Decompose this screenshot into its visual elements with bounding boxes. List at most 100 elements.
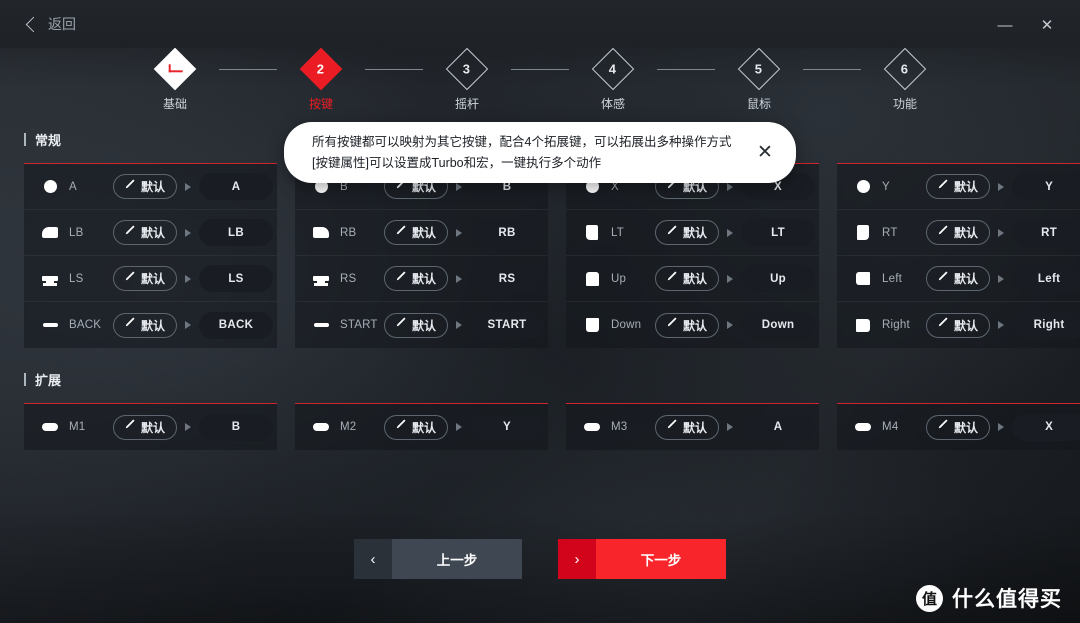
mapped-key-button[interactable]: RS bbox=[470, 265, 545, 292]
tooltip-line-1: 所有按键都可以映射为其它按键，配合4个拓展键，可以拓展出多种操作方式 bbox=[312, 135, 732, 149]
mapped-key-button[interactable]: LS bbox=[199, 265, 274, 292]
pencil-icon bbox=[665, 270, 678, 288]
mapped-key-button[interactable]: B bbox=[199, 413, 274, 441]
tooltip-close-icon[interactable]: ✕ bbox=[750, 138, 780, 168]
pencil-icon bbox=[936, 178, 949, 196]
mapping-key-label: M3 bbox=[611, 421, 628, 433]
mapping-row: BACK 默认 BACK bbox=[24, 302, 277, 348]
trigger-right-icon bbox=[853, 225, 873, 240]
stepper-node-2: 2 bbox=[299, 47, 343, 91]
key-mode-button[interactable]: 默认 bbox=[655, 312, 720, 338]
mapped-key-button[interactable]: A bbox=[741, 413, 816, 441]
next-step-button[interactable]: › 下一步 bbox=[558, 539, 726, 579]
wizard-stepper: 基础 2 按键 3 摇杆 4 体感 5 鼠标 6 功能 bbox=[0, 47, 1080, 114]
mapped-key-button[interactable]: LB bbox=[199, 219, 274, 246]
mapped-key-button[interactable]: Right bbox=[1012, 311, 1080, 339]
mapping-card: A 默认 A LB 默认 LB LS 默认 LS BACK 默认 BACK bbox=[24, 163, 278, 348]
stepper-item-功能[interactable]: 6 功能 bbox=[861, 47, 949, 112]
key-mode-button[interactable]: 默认 bbox=[926, 220, 991, 245]
key-mode-button[interactable]: 默认 bbox=[655, 220, 720, 245]
pencil-icon bbox=[665, 418, 678, 436]
mapped-key-button[interactable]: RB bbox=[470, 219, 545, 246]
key-mode-button[interactable]: 默认 bbox=[113, 266, 178, 291]
mapping-key-label: RS bbox=[340, 272, 357, 285]
section-title: 扩展 bbox=[24, 370, 1056, 389]
mapped-key-button[interactable]: Up bbox=[741, 265, 816, 292]
maps-to-arrow-icon bbox=[448, 274, 470, 283]
mapping-key-label: A bbox=[69, 180, 77, 193]
stepper-label: 体感 bbox=[600, 97, 625, 111]
mapped-key-button[interactable]: Y bbox=[470, 413, 545, 441]
key-mode-label: 默认 bbox=[683, 420, 708, 435]
prev-step-button[interactable]: ‹ 上一步 bbox=[354, 539, 522, 579]
wizard-footer: ‹ 上一步 › 下一步 bbox=[0, 539, 1080, 579]
pencil-icon bbox=[394, 270, 407, 288]
mapped-key-button[interactable]: X bbox=[1012, 413, 1080, 441]
stepper-item-摇杆[interactable]: 3 摇杆 bbox=[423, 47, 511, 112]
app-root: 返回 — ✕ 基础 2 按键 3 摇杆 4 体感 5 鼠标 6 功能 所有按键都可以映射为其它按键，… bbox=[0, 0, 1080, 623]
mapped-key-button[interactable]: Y bbox=[1012, 173, 1080, 200]
key-mode-button[interactable]: 默认 bbox=[384, 414, 449, 440]
mapped-key-button[interactable]: LT bbox=[741, 219, 816, 246]
key-mode-button[interactable]: 默认 bbox=[384, 266, 449, 291]
mapped-key-button[interactable]: A bbox=[199, 173, 274, 200]
stepper-label: 摇杆 bbox=[454, 97, 479, 111]
stepper-label: 鼠标 bbox=[746, 97, 771, 111]
mapped-key-button[interactable]: Down bbox=[741, 311, 816, 339]
key-mode-button[interactable]: 默认 bbox=[926, 312, 991, 338]
stepper-item-按键[interactable]: 2 按键 bbox=[277, 47, 365, 112]
key-mode-button[interactable]: 默认 bbox=[113, 312, 178, 338]
watermark: 值 什么值得买 bbox=[916, 583, 1062, 613]
stepper-connector bbox=[511, 69, 569, 70]
section-grid: A 默认 A LB 默认 LB LS 默认 LS BACK 默认 BACK B 默认 B RB 默认 RB RS 默认… bbox=[24, 163, 1080, 348]
mapping-row: LB 默认 LB bbox=[24, 210, 278, 256]
key-mode-label: 默认 bbox=[141, 318, 166, 333]
key-mode-button[interactable]: 默认 bbox=[926, 266, 991, 291]
pencil-icon bbox=[123, 178, 136, 196]
mapped-key-button[interactable]: RT bbox=[1012, 219, 1080, 246]
dpad-left-icon bbox=[853, 272, 873, 285]
maps-to-arrow-icon bbox=[177, 321, 199, 329]
back-button[interactable]: 返回 bbox=[25, 14, 76, 34]
chevron-left-icon bbox=[25, 16, 42, 32]
key-mode-button[interactable]: 默认 bbox=[384, 312, 449, 338]
mapped-key-button[interactable]: BACK bbox=[199, 311, 274, 339]
key-mode-button[interactable]: 默认 bbox=[655, 266, 720, 291]
stick-left-icon bbox=[40, 276, 60, 285]
key-mode-button[interactable]: 默认 bbox=[926, 414, 991, 440]
mapped-key-label: LB bbox=[228, 226, 244, 239]
mapped-key-label: A bbox=[773, 421, 783, 433]
mapping-key-label: Right bbox=[882, 319, 910, 331]
mapped-key-label: START bbox=[487, 319, 527, 331]
stepper-number: 5 bbox=[755, 61, 763, 77]
maps-to-arrow-icon bbox=[990, 321, 1012, 329]
tooltip-text: 所有按键都可以映射为其它按键，配合4个拓展键，可以拓展出多种操作方式 [按键属性… bbox=[312, 132, 744, 173]
close-button[interactable]: ✕ bbox=[1032, 16, 1062, 34]
stepper-item-鼠标[interactable]: 5 鼠标 bbox=[715, 47, 803, 112]
tooltip-line-2: [按键属性]可以设置成Turbo和宏，一键执行多个动作 bbox=[312, 155, 602, 170]
key-mode-button[interactable]: 默认 bbox=[113, 220, 178, 245]
minimize-button[interactable]: — bbox=[990, 16, 1020, 34]
stepper-item-基础[interactable]: 基础 bbox=[131, 47, 219, 112]
info-tooltip: 所有按键都可以映射为其它按键，配合4个拓展键，可以拓展出多种操作方式 [按键属性… bbox=[284, 122, 796, 184]
key-mode-button[interactable]: 默认 bbox=[113, 174, 178, 199]
maps-to-arrow-icon bbox=[719, 274, 741, 283]
mapped-key-button[interactable]: Left bbox=[1012, 265, 1080, 292]
mapped-key-button[interactable]: START bbox=[470, 311, 545, 339]
mapping-row: M4 默认 X bbox=[837, 404, 1080, 450]
stepper-node-6: 6 bbox=[883, 47, 927, 91]
stepper-item-体感[interactable]: 4 体感 bbox=[569, 47, 657, 112]
key-mode-button[interactable]: 默认 bbox=[926, 174, 991, 199]
watermark-text: 什么值得买 bbox=[952, 588, 1062, 611]
mapped-key-label: Up bbox=[770, 272, 787, 285]
maps-to-arrow-icon bbox=[990, 423, 1012, 431]
mapping-row: LS 默认 LS bbox=[24, 256, 278, 302]
title-bar: 返回 — ✕ bbox=[0, 0, 1080, 48]
key-mode-label: 默认 bbox=[412, 318, 437, 333]
stepper-node-3: 3 bbox=[445, 47, 489, 91]
key-mode-button[interactable]: 默认 bbox=[113, 414, 178, 440]
back-button-label: 返回 bbox=[48, 16, 76, 32]
key-mode-button[interactable]: 默认 bbox=[655, 414, 720, 440]
key-mode-button[interactable]: 默认 bbox=[384, 220, 449, 245]
bumper-right-icon bbox=[311, 227, 331, 238]
